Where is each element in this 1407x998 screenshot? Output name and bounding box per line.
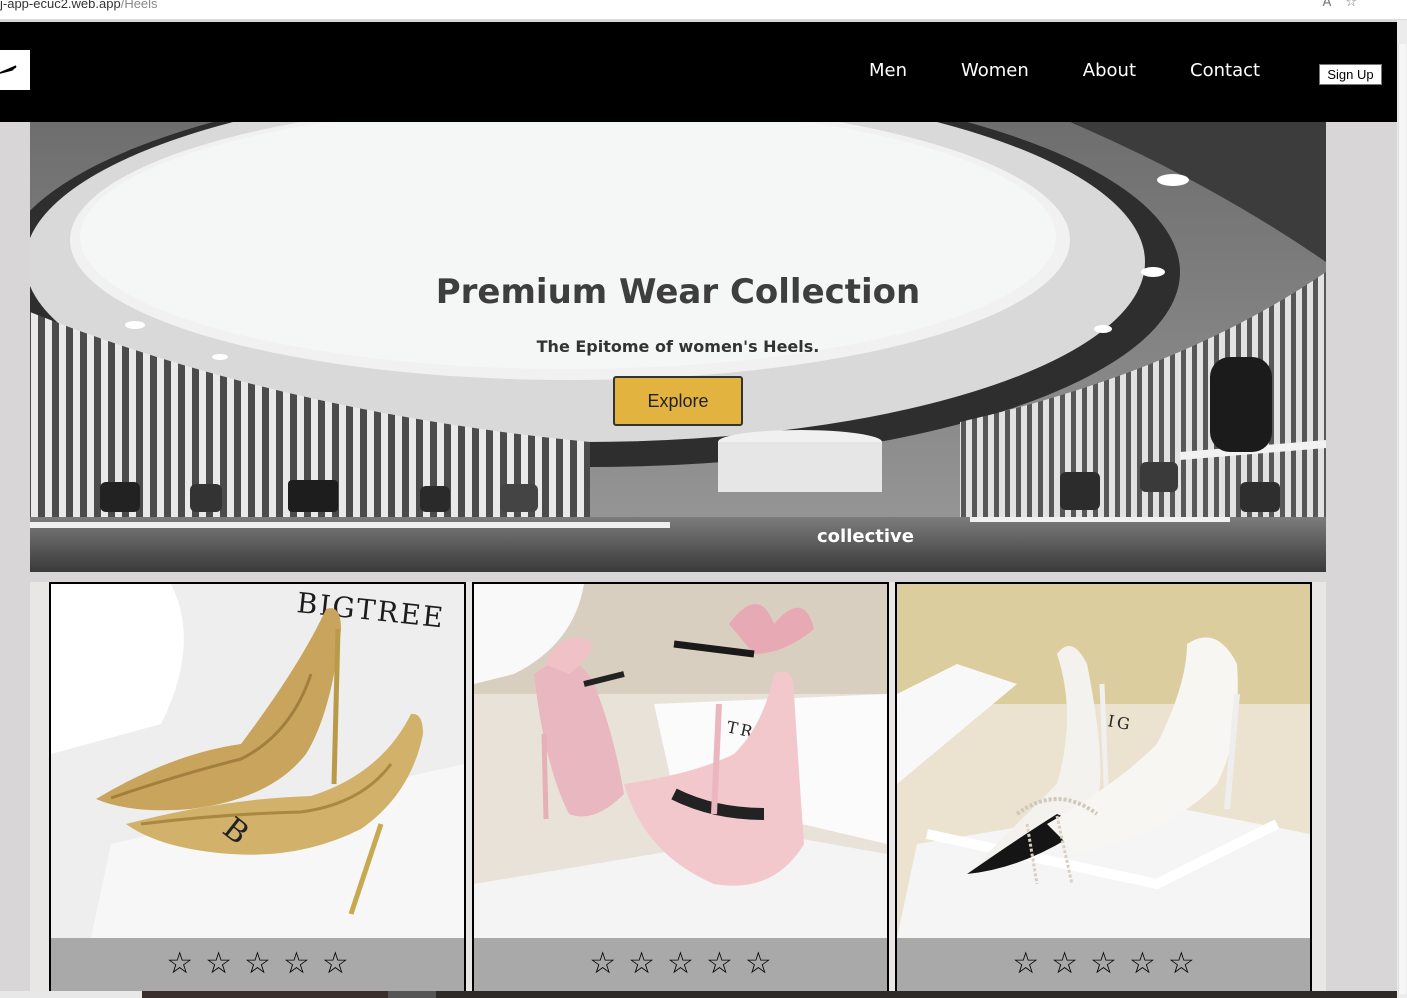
pearl-pump-image: IG xyxy=(897,584,1310,938)
product-card-gold-heel[interactable]: BIGTREE B ☆ ☆ ☆ ☆ ☆ xyxy=(49,582,466,998)
hero-banner: collective Premium Wear Collection The E… xyxy=(30,122,1326,572)
nav-link-contact[interactable]: Contact xyxy=(1190,60,1260,81)
taskbar-segment xyxy=(388,991,436,998)
nav-link-women[interactable]: Women xyxy=(961,60,1029,81)
explore-button[interactable]: Explore xyxy=(613,376,743,426)
favorites-icon[interactable]: ☆ xyxy=(1345,0,1371,10)
pink-bow-heel-image: TREE xyxy=(474,584,887,938)
taskbar-segment xyxy=(0,991,142,998)
address-url[interactable]: j-app-ecuc2.web.app/Heels xyxy=(0,0,158,11)
sign-up-button[interactable]: Sign Up xyxy=(1319,64,1382,85)
hero-subtitle: The Epitome of women's Heels. xyxy=(536,337,820,356)
nav-link-men[interactable]: Men xyxy=(869,60,907,81)
nav-links: Men Women About Contact xyxy=(869,60,1260,81)
product-card-pearl-heel[interactable]: IG ☆ ☆ ☆ ☆ ☆ xyxy=(895,582,1312,998)
taskbar-segment xyxy=(142,991,388,998)
nav-link-about[interactable]: About xyxy=(1083,60,1136,81)
store-sign-text: collective xyxy=(817,526,914,547)
site-navbar: Men Women About Contact Sign Up xyxy=(0,22,1397,122)
read-aloud-icon[interactable]: A xyxy=(1322,0,1345,10)
star-rating: ☆ ☆ ☆ ☆ ☆ xyxy=(51,938,464,996)
product-card-pink-heel[interactable]: TREE ☆ ☆ ☆ ☆ ☆ xyxy=(472,582,889,998)
taskbar-strip xyxy=(0,991,1397,998)
gold-glitter-heel-image: BIGTREE B xyxy=(51,584,464,938)
browser-address-bar[interactable]: j-app-ecuc2.web.app/Heels A☆ xyxy=(0,0,1407,20)
hero-title: Premium Wear Collection xyxy=(435,272,921,312)
page-scrollbar[interactable] xyxy=(1397,20,1407,998)
logo[interactable] xyxy=(0,50,30,90)
url-path: /Heels xyxy=(120,0,158,11)
browser-toolbar-icons: A☆ xyxy=(1322,0,1371,10)
scrollbar-thumb[interactable] xyxy=(1398,44,1406,994)
swoosh-logo-icon xyxy=(0,65,17,74)
url-domain: j-app-ecuc2.web.app xyxy=(0,0,121,11)
star-rating: ☆ ☆ ☆ ☆ ☆ xyxy=(897,938,1310,996)
star-rating: ☆ ☆ ☆ ☆ ☆ xyxy=(474,938,887,996)
product-grid: BIGTREE B ☆ ☆ ☆ ☆ ☆ TREE xyxy=(30,582,1326,998)
